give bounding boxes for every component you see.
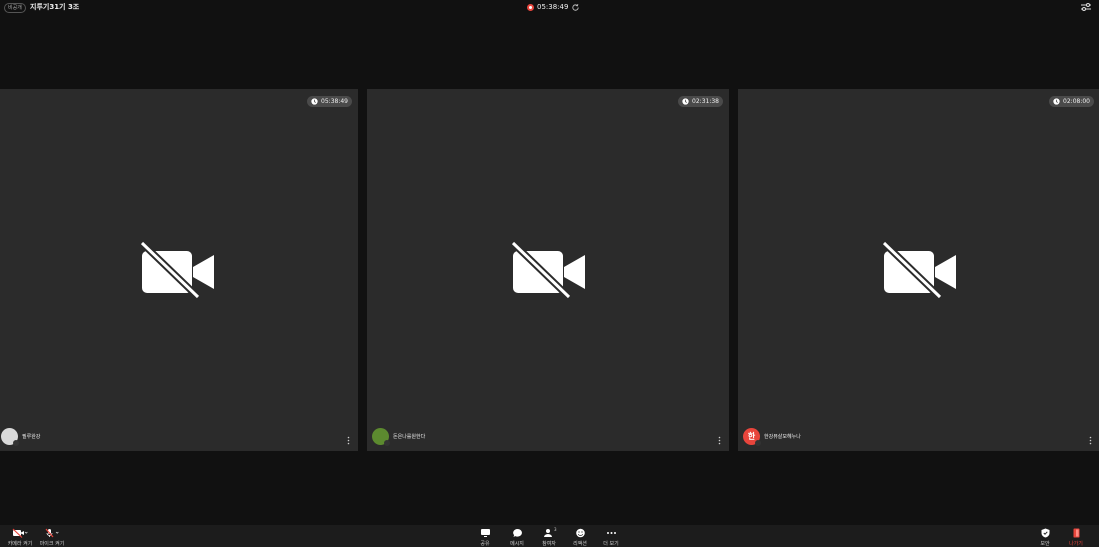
clock-icon [1053, 98, 1060, 105]
participant-name-tag: 돈은나를원한다 [372, 428, 426, 446]
participant-name: 필루완강 [22, 434, 41, 440]
reaction-button[interactable]: 리액션 [565, 528, 595, 547]
participant-name: 돈은나를원한다 [393, 434, 426, 440]
avatar [372, 428, 390, 446]
meeting-title: 지투기31기 3조 [30, 3, 80, 11]
reaction-label: 리액션 [573, 541, 587, 547]
more-options-icon[interactable] [718, 436, 721, 445]
avatar: 한 [743, 428, 761, 446]
video-tile[interactable]: 02:08:00 한 한강뷰살모헤누나 [738, 89, 1099, 451]
more-options-icon[interactable] [1089, 436, 1092, 445]
more-options-icon[interactable] [347, 436, 350, 445]
visibility-badge: 비공개 [4, 3, 26, 13]
recording-time: 05:38:49 [537, 3, 569, 11]
participant-name-tag: 필루완강 [1, 428, 41, 446]
screen-share-icon [480, 529, 490, 537]
elapsed-time: 02:31:38 [692, 98, 719, 105]
share-label: 공유 [480, 541, 490, 547]
camera-off-icon [12, 528, 28, 538]
camera-off-icon [511, 241, 585, 299]
ellipsis-icon [606, 532, 616, 534]
participants-button[interactable]: 3 참여자 [534, 527, 564, 547]
chat-bubble-icon [512, 529, 522, 537]
share-button[interactable]: 공유 [470, 528, 500, 547]
participants-label: 참여자 [542, 541, 556, 547]
avatar-letter: 한 [747, 432, 756, 441]
shield-check-icon [1041, 528, 1049, 538]
mic-toggle-label: 마이크 켜기 [39, 541, 65, 547]
participant-name: 한강뷰살모헤누나 [764, 434, 801, 440]
participant-name-tag: 한 한강뷰살모헤누나 [743, 428, 801, 446]
clock-icon [311, 98, 318, 105]
camera-off-icon [882, 241, 956, 299]
smiley-icon [575, 528, 585, 538]
exit-door-icon [1073, 528, 1079, 538]
mic-muted-icon [384, 440, 390, 446]
video-tile[interactable]: 05:38:49 필루완강 [0, 89, 358, 451]
avatar [1, 428, 19, 446]
elapsed-time: 02:08:00 [1063, 98, 1090, 105]
leave-button[interactable]: 나가기 [1061, 528, 1091, 547]
clock-icon [682, 98, 689, 105]
record-icon [527, 3, 534, 11]
camera-toggle-button[interactable]: 카메라 켜기 [5, 528, 35, 547]
settings-sliders-icon[interactable] [1080, 2, 1092, 12]
mic-muted-icon [13, 440, 19, 446]
message-button[interactable]: 메시지 [502, 528, 532, 547]
elapsed-time-pill: 02:08:00 [1049, 96, 1094, 107]
camera-off-icon [140, 241, 214, 299]
elapsed-time: 05:38:49 [321, 98, 348, 105]
elapsed-time-pill: 05:38:49 [307, 96, 352, 107]
participants-count: 3 [554, 527, 557, 532]
elapsed-time-pill: 02:31:38 [678, 96, 723, 107]
camera-toggle-label: 카메라 켜기 [7, 541, 33, 547]
bottom-toolbar: 카메라 켜기 마이크 켜기 공유 메시지 3 참여자 리액션 더 보기 보안 나… [0, 525, 1099, 547]
video-tile[interactable]: 02:31:38 돈은나를원한다 [367, 89, 729, 451]
mic-muted-icon [755, 440, 761, 446]
security-label: 보안 [1040, 541, 1050, 547]
security-button[interactable]: 보안 [1030, 528, 1060, 547]
mic-toggle-button[interactable]: 마이크 켜기 [37, 528, 67, 547]
more-button[interactable]: 더 보기 [596, 528, 626, 547]
refresh-icon[interactable] [571, 3, 580, 12]
more-label: 더 보기 [603, 541, 619, 547]
top-bar: 비공개 지투기31기 3조 05:38:49 [0, 0, 1099, 15]
leave-label: 나가기 [1069, 541, 1083, 547]
message-label: 메시지 [510, 541, 524, 547]
recording-indicator: 05:38:49 [527, 2, 580, 12]
mic-off-icon [45, 528, 59, 538]
